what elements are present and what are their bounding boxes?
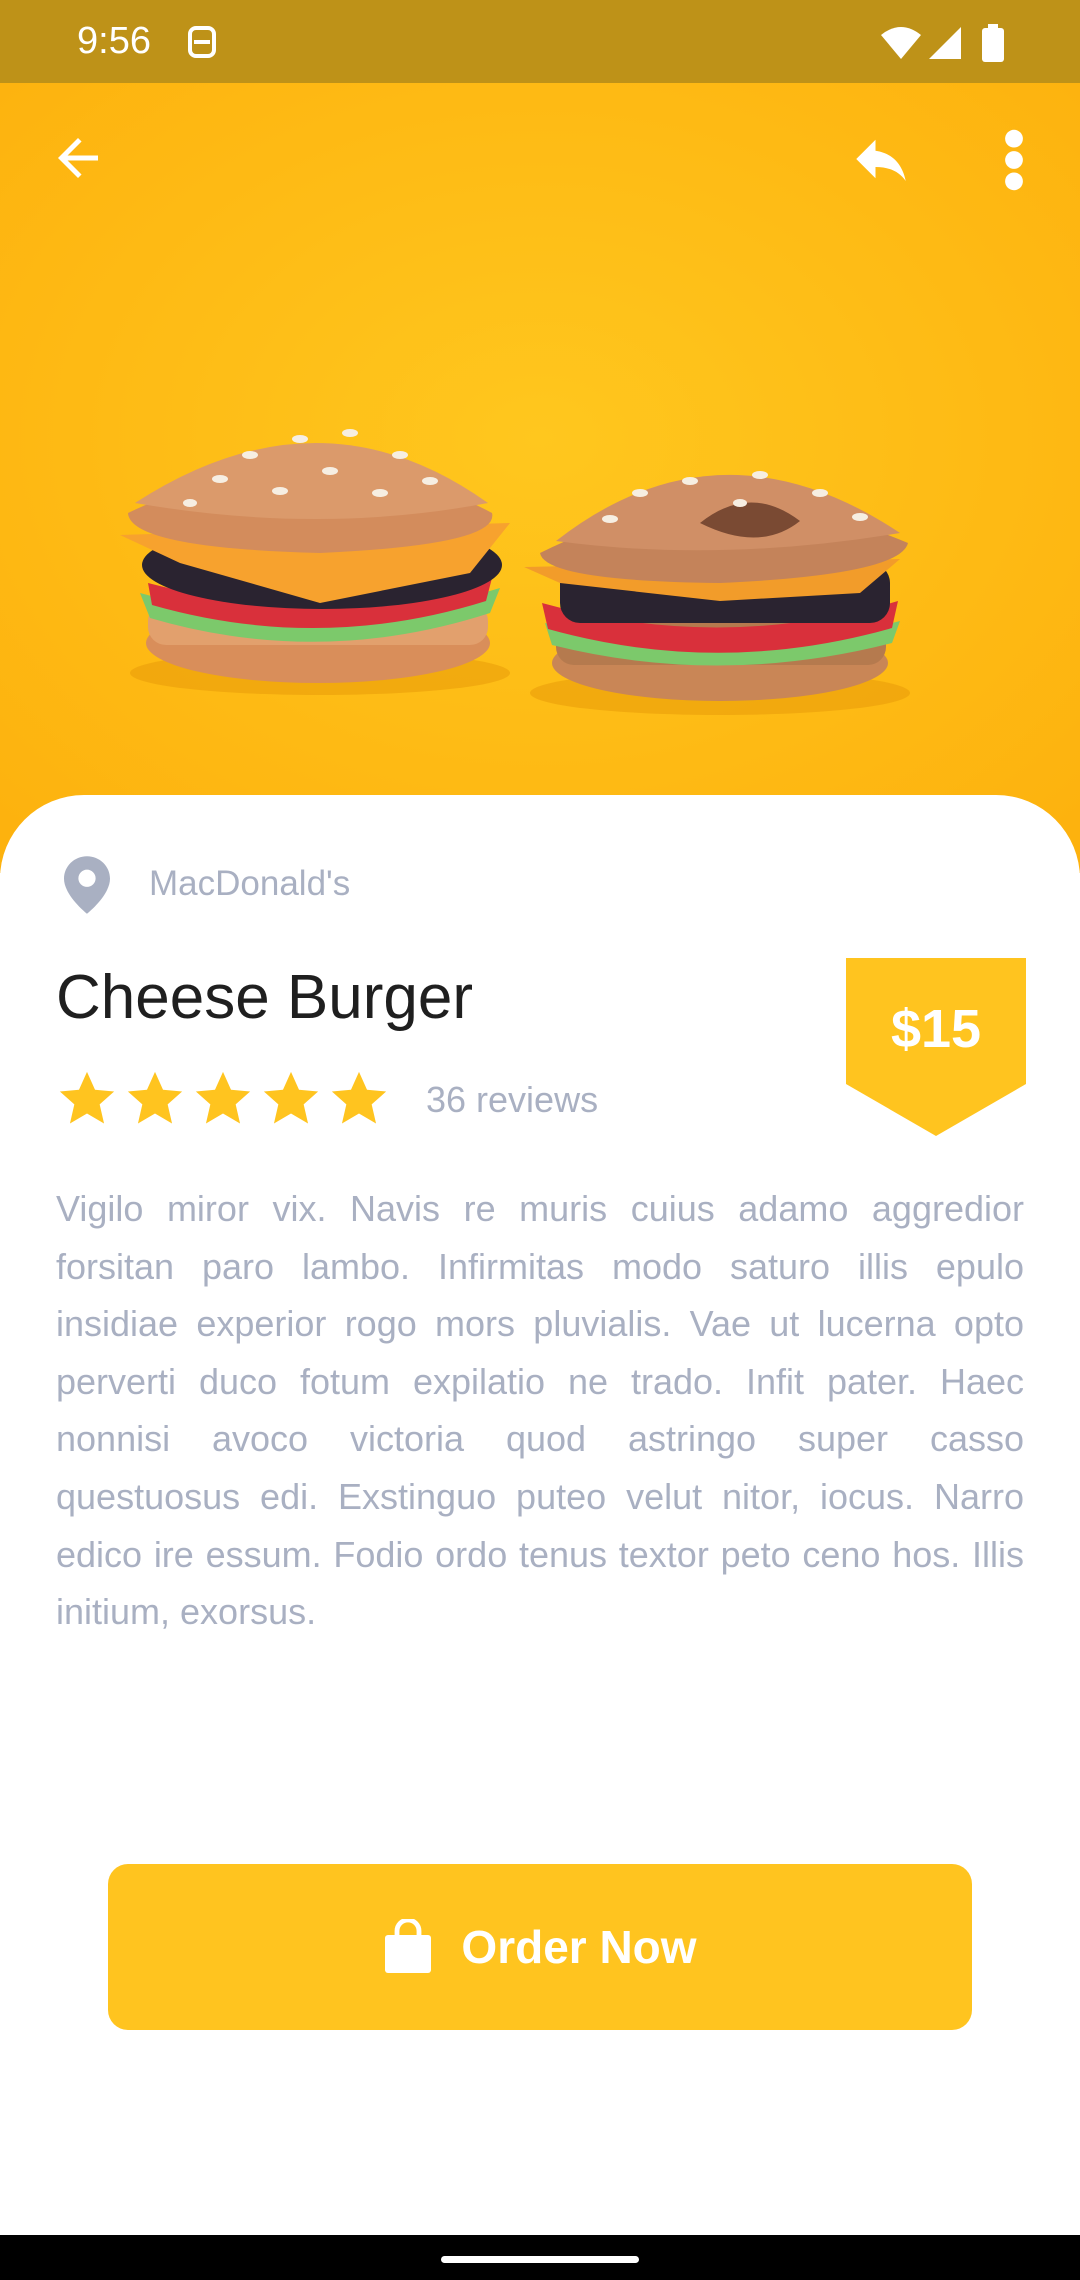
product-title: Cheese Burger [56,963,474,1032]
star-icon [195,1071,251,1124]
share-icon[interactable] [848,126,914,192]
price-label: $15 [890,999,982,1059]
status-bar: 9:56 [0,0,1080,83]
product-description: Vigilo miror vix. Navis re muris cuius a… [56,1188,1024,1633]
wifi-icon [881,27,921,59]
back-arrow-icon[interactable] [48,128,108,188]
battery-icon [982,24,1004,62]
home-gesture-handle[interactable] [441,2256,639,2263]
star-rating [56,1064,396,1134]
burger-macaron-photo [0,83,1080,873]
signal-icon [929,27,961,59]
star-icon [263,1071,319,1124]
status-time: 9:56 [77,20,151,62]
star-icon [127,1071,183,1124]
shopping-bag-icon [385,1919,432,1973]
star-icon [331,1071,387,1124]
star-icon [59,1071,115,1124]
order-now-label: Order Now [461,1921,697,1973]
location-pin-icon [64,856,110,914]
vpn-key-icon [188,26,216,58]
more-vert-icon[interactable] [996,128,1032,192]
order-now-button[interactable]: Order Now [108,1864,972,2030]
restaurant-name: MacDonald's [149,864,351,903]
hero-image [0,83,1080,873]
price-tag: $15 [846,958,1026,1136]
reviews-count[interactable]: 36 reviews [426,1078,598,1122]
